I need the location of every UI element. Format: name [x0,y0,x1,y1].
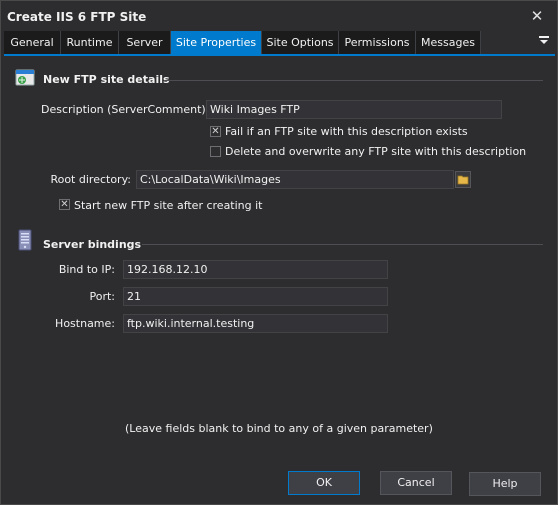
start-after-create-checkbox[interactable]: ✕ [59,199,70,210]
tab-underline [4,54,555,56]
delete-overwrite-label: Delete and overwrite any FTP site with t… [225,145,527,158]
fail-if-exists-checkbox[interactable]: ✕ [210,126,221,137]
port-label: Port: [89,290,115,303]
server-icon [16,229,36,251]
tab-strip: General Runtime Server Site Properties S… [4,31,555,54]
ftp-site-icon [15,68,35,88]
bind-ip-label: Bind to IP: [58,263,115,276]
cancel-button[interactable]: Cancel [380,471,452,495]
tab-site-properties[interactable]: Site Properties [171,31,262,54]
hostname-label: Hostname: [55,317,115,330]
tab-overflow-menu-icon[interactable] [533,31,555,54]
port-field[interactable]: 21 [123,287,388,306]
ok-button[interactable]: OK [288,471,360,495]
delete-overwrite-checkbox[interactable] [210,146,221,157]
dialog-title: Create IIS 6 FTP Site [7,10,147,24]
description-field[interactable]: Wiki Images FTP [206,100,502,119]
tab-site-options[interactable]: Site Options [262,31,339,54]
root-directory-label: Root directory: [50,173,131,186]
bind-ip-field[interactable]: 192.168.12.10 [123,260,388,279]
tab-permissions[interactable]: Permissions [339,31,416,54]
section-divider [142,244,543,245]
section-divider [165,80,543,81]
tab-general[interactable]: General [4,31,61,54]
tab-server[interactable]: Server [119,31,171,54]
binding-hint-text: (Leave fields blank to bind to any of a … [125,422,433,435]
fail-if-exists-label: Fail if an FTP site with this descriptio… [225,125,468,138]
tab-runtime[interactable]: Runtime [61,31,119,54]
bindings-section-title: Server bindings [43,238,142,251]
help-button[interactable]: Help [469,472,541,496]
title-bar: Create IIS 6 FTP Site ✕ [1,1,557,31]
start-after-create-label: Start new FTP site after creating it [74,199,263,212]
description-label: Description (ServerComment): [41,103,210,116]
dialog-window: Create IIS 6 FTP Site ✕ General Runtime … [0,0,558,505]
browse-folder-button[interactable] [455,171,471,188]
hostname-field[interactable]: ftp.wiki.internal.testing [123,314,388,333]
root-directory-field[interactable]: C:\LocalData\Wiki\Images [136,170,454,189]
tab-messages[interactable]: Messages [416,31,481,54]
ftp-section-title: New FTP site details [43,73,170,86]
close-icon[interactable]: ✕ [525,5,549,27]
